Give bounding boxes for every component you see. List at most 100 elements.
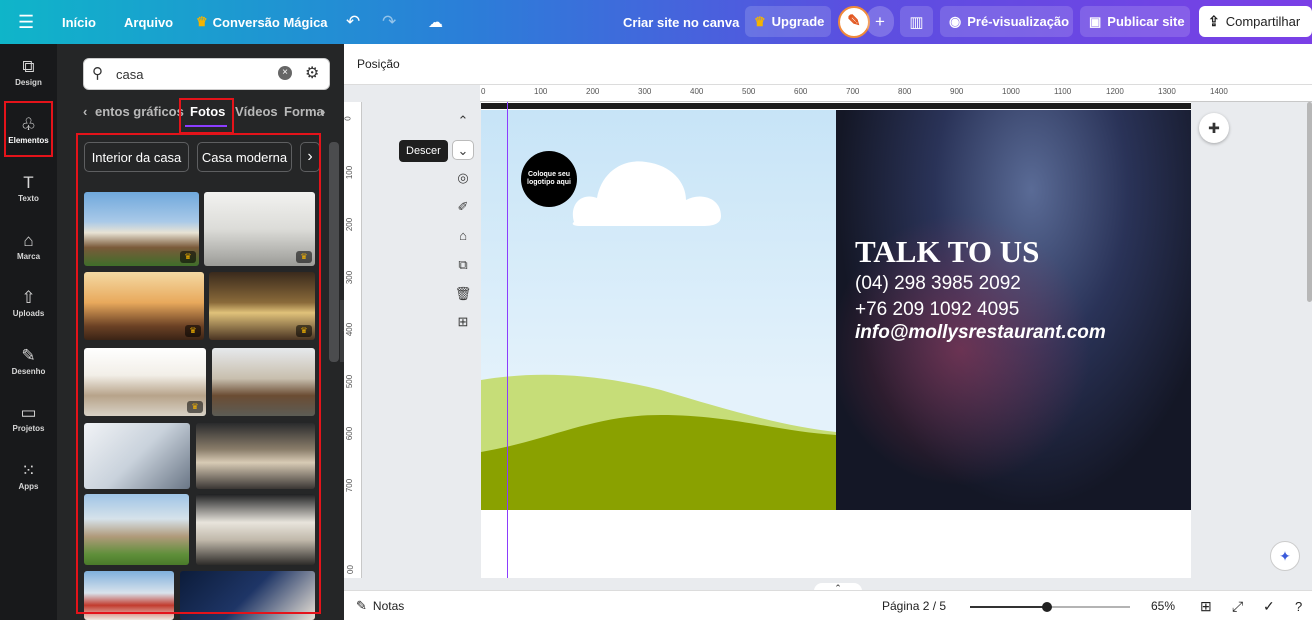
move-down-icon[interactable]: ⌄	[452, 140, 474, 160]
ruler-tick: 1000	[1002, 87, 1020, 96]
guide-line	[507, 102, 508, 578]
add-member-icon[interactable]: +	[866, 6, 894, 37]
ruler-tick: 100	[534, 87, 548, 96]
fullscreen-icon[interactable]: ⤢	[1232, 591, 1243, 621]
sidebar-item-uploads[interactable]: ⇧ Uploads	[0, 277, 57, 329]
comment-icon[interactable]: ✚	[1199, 113, 1229, 143]
ruler-tick: 600	[345, 426, 355, 441]
sidebar-item-apps[interactable]: ⁙ Apps	[0, 450, 57, 502]
editor-scrollbar[interactable]	[1307, 102, 1312, 302]
upgrade-label: Upgrade	[771, 14, 825, 29]
ruler-tick: 1300	[1158, 87, 1176, 96]
sidebar-item-projects[interactable]: ▭ Projetos	[0, 392, 57, 444]
ruler-tick: 700	[345, 478, 355, 493]
heading-text[interactable]: TALK TO US	[855, 234, 1039, 270]
help-icon[interactable]: ?	[1295, 591, 1302, 621]
sidebar-rail: ⧉ Design ♧ Elementos T Texto ⌂ Marca ⇧ U…	[0, 44, 57, 620]
notes-button[interactable]: ✎ Notas	[356, 591, 404, 621]
chevron-right-icon[interactable]: ›	[321, 104, 325, 119]
highlight-box	[179, 98, 234, 134]
ruler-tick: 1200	[1106, 87, 1124, 96]
ruler-tick: 100	[345, 165, 355, 180]
tab-shapes[interactable]: Forma	[284, 104, 324, 119]
horizontal-ruler: 0 100 200 300 400 500 600 700 800 900 10…	[480, 85, 1312, 102]
zoom-value[interactable]: 65%	[1151, 591, 1175, 621]
zoom-slider-thumb[interactable]	[1041, 602, 1052, 612]
create-site-link[interactable]: Criar site no canva	[623, 0, 739, 44]
design-canvas[interactable]: Coloque seu logotipo aqui TALK TO US (04…	[481, 110, 1191, 510]
chevron-left-icon[interactable]: ‹	[83, 104, 87, 119]
sidebar-item-label: Projetos	[12, 423, 45, 433]
phone-text[interactable]: (04) 298 3985 2092	[855, 273, 1021, 295]
tab-videos[interactable]: Vídeos	[235, 104, 278, 119]
file-menu[interactable]: Arquivo	[124, 0, 173, 44]
tab-graphics[interactable]: entos gráficos	[95, 104, 184, 119]
sidebar-item-label: Texto	[18, 193, 39, 203]
ruler-tick: 00	[345, 565, 355, 574]
ruler-tick: 300	[638, 87, 652, 96]
preview-button[interactable]: ◉ Pré-visualização	[940, 6, 1073, 37]
ruler-tick: 800	[898, 87, 912, 96]
section-top-strip	[481, 103, 1191, 109]
sidebar-item-draw[interactable]: ✎ Desenho	[0, 335, 57, 387]
sidebar-item-design[interactable]: ⧉ Design	[0, 46, 57, 98]
search-input[interactable]	[116, 65, 266, 83]
duplicate-icon[interactable]: ⧉	[452, 255, 474, 275]
ruler-tick: 1400	[1210, 87, 1228, 96]
publish-label: Publicar site	[1107, 14, 1185, 29]
draw-icon: ✎	[21, 345, 36, 365]
folder-icon: ▭	[20, 402, 37, 422]
search-box: ⚲ × ⚙	[83, 58, 330, 90]
cloud-save-icon[interactable]: ☁	[428, 0, 443, 44]
trash-icon[interactable]: 🗑	[452, 284, 474, 304]
ruler-tick: 200	[345, 217, 355, 232]
ruler-tick: 500	[345, 374, 355, 389]
ruler-tick: 700	[846, 87, 860, 96]
sidebar-item-brand[interactable]: ⌂ Marca	[0, 220, 57, 272]
sidebar-item-label: Uploads	[12, 308, 45, 318]
position-button[interactable]: Posição	[357, 57, 400, 71]
ruler-tick: 500	[742, 87, 756, 96]
context-toolbar: Posição	[344, 44, 1312, 85]
grid-view-icon[interactable]: ⊞	[1200, 591, 1212, 621]
tooltip: Descer	[399, 140, 448, 162]
clear-icon[interactable]: ×	[278, 66, 292, 80]
cloud	[572, 161, 721, 226]
magic-assistant-icon[interactable]: ✦	[1270, 541, 1300, 571]
logo-placeholder[interactable]: Coloque seu logotipo aqui	[521, 151, 577, 207]
text-icon: T	[23, 172, 34, 192]
ruler-tick: 600	[794, 87, 808, 96]
notes-edit-icon[interactable]: ✐	[452, 197, 474, 217]
share-button[interactable]: ⇪ Compartilhar	[1199, 6, 1312, 37]
insights-icon[interactable]: ▥	[900, 6, 933, 37]
move-up-icon[interactable]: ⌃	[452, 111, 474, 131]
sidebar-item-text[interactable]: T Texto	[0, 162, 57, 214]
publish-site-button[interactable]: ▣ Publicar site	[1080, 6, 1190, 37]
home-link[interactable]: Início	[62, 0, 96, 44]
crown-icon: ♛	[754, 13, 766, 29]
upgrade-button[interactable]: ♛ Upgrade	[745, 6, 831, 37]
search-icon: ⚲	[92, 65, 103, 82]
phone-text[interactable]: +76 209 1092 4095	[855, 299, 1019, 321]
lock-icon[interactable]: ⌂	[452, 226, 474, 246]
email-text[interactable]: info@mollysrestaurant.com	[855, 322, 1106, 344]
notes-icon: ✎	[356, 598, 367, 613]
ruler-tick: 0	[343, 116, 353, 121]
add-section-icon[interactable]: ⊞	[452, 312, 474, 332]
sidebar-item-label: Desenho	[11, 366, 46, 376]
hamburger-icon[interactable]: ☰	[18, 0, 34, 44]
highlight-box	[76, 133, 321, 614]
check-icon[interactable]: ✓	[1263, 591, 1275, 621]
redo-icon[interactable]: ↷	[382, 0, 396, 44]
preview-label: Pré-visualização	[967, 14, 1070, 29]
hide-icon[interactable]: ◎	[452, 168, 474, 188]
zoom-slider[interactable]	[970, 602, 1130, 612]
vertical-ruler: 0 100 200 300 400 500 600 700 00	[344, 102, 362, 578]
share-label: Compartilhar	[1225, 14, 1301, 29]
panel-scrollbar[interactable]	[329, 142, 339, 362]
magic-switch-button[interactable]: ♛ Conversão Mágica	[196, 0, 328, 44]
upload-icon: ⇧	[21, 287, 36, 307]
page-indicator[interactable]: Página 2 / 5	[882, 591, 946, 621]
undo-icon[interactable]: ↶	[346, 0, 360, 44]
filter-icon[interactable]: ⚙	[305, 63, 319, 83]
